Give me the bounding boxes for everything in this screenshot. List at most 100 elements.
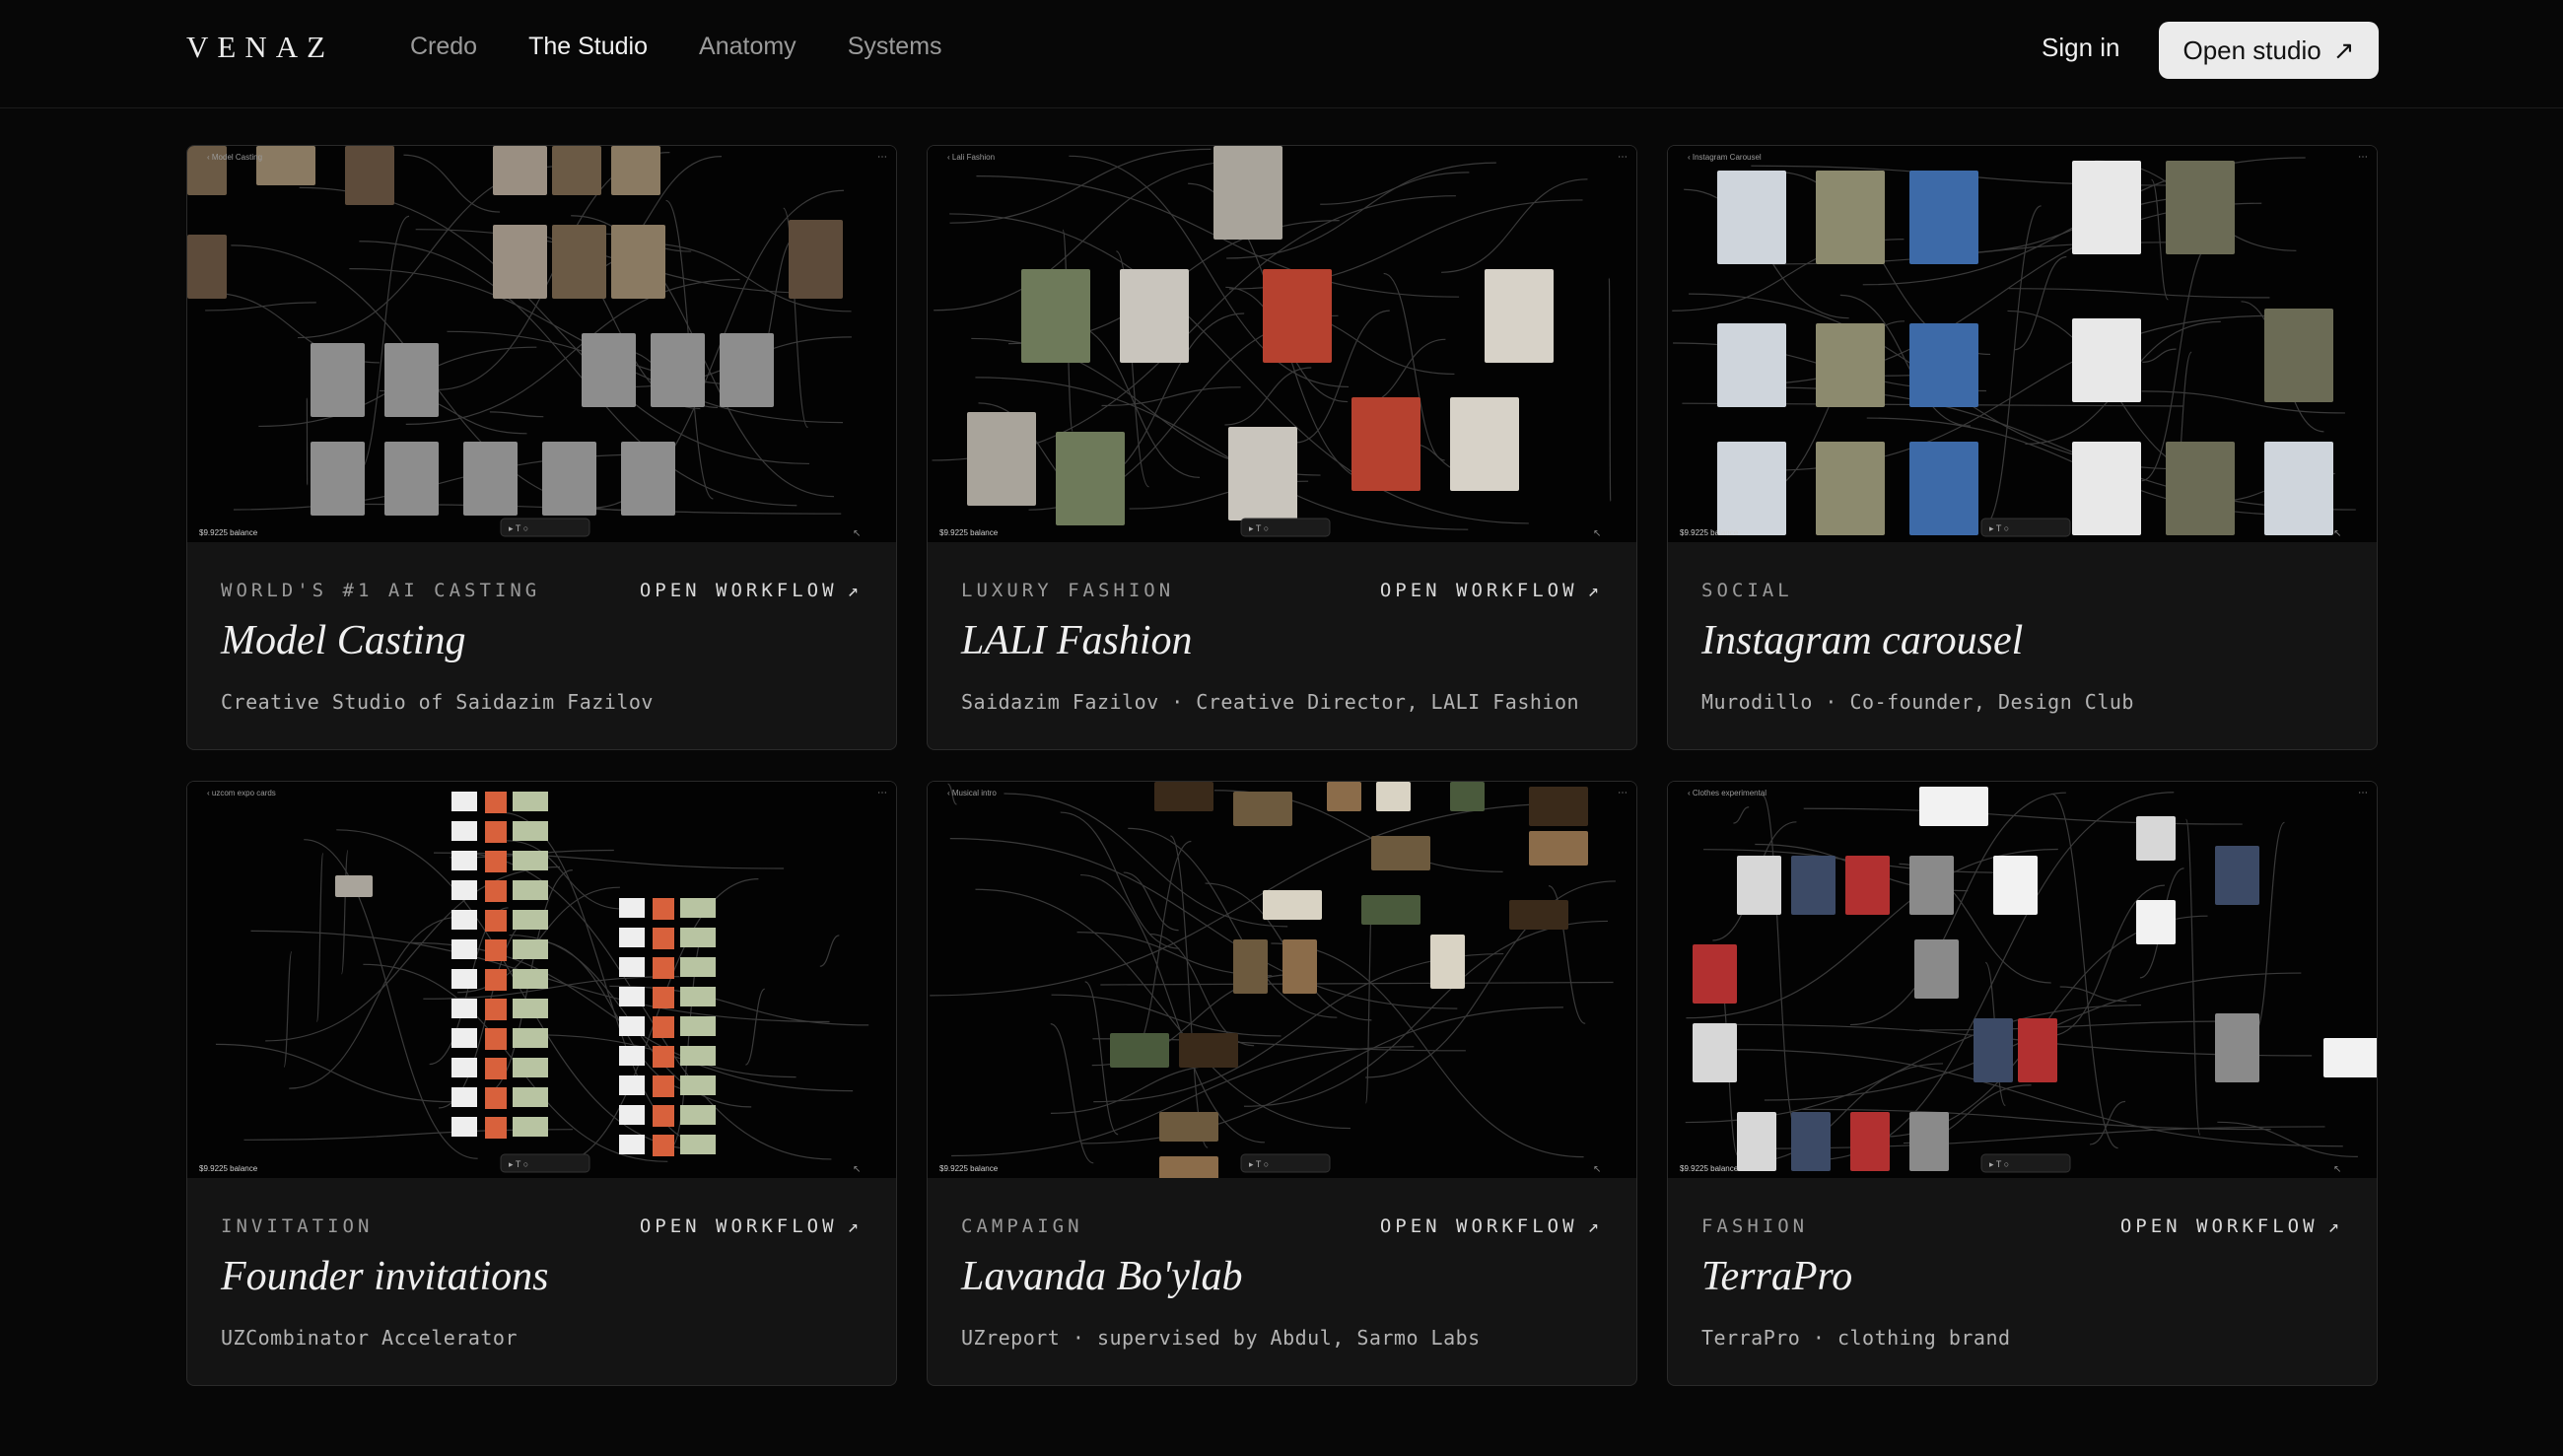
- image-node: [1263, 890, 1322, 920]
- nav-credo[interactable]: Credo: [410, 33, 477, 61]
- open-studio-button[interactable]: Open studio ↗: [2159, 22, 2379, 79]
- image-node: [611, 146, 660, 195]
- more-icon: ⋯: [877, 152, 887, 163]
- image-node: [1919, 787, 1988, 826]
- arrow-up-right-icon: ↗: [2327, 1215, 2343, 1237]
- cursor-icon: ↖: [853, 1164, 861, 1175]
- more-icon: ⋯: [2358, 152, 2368, 163]
- image-node: [2166, 442, 2235, 535]
- image-node: [1485, 269, 1554, 363]
- image-node: [1110, 1033, 1169, 1068]
- image-node: [1693, 944, 1737, 1004]
- card-title: Lavanda Bo'ylab: [961, 1254, 1243, 1299]
- image-node: [1361, 895, 1420, 925]
- image-node: [1056, 432, 1125, 525]
- image-node: [967, 412, 1036, 506]
- open-workflow-link[interactable]: OPEN WORKFLOW ↗: [640, 580, 863, 601]
- logo-tile: [451, 969, 477, 989]
- open-workflow-link[interactable]: OPEN WORKFLOW ↗: [1380, 1215, 1603, 1237]
- portrait-tile: [485, 1087, 507, 1109]
- open-workflow-link[interactable]: OPEN WORKFLOW ↗: [2120, 1215, 2343, 1237]
- open-workflow-link[interactable]: OPEN WORKFLOW ↗: [1380, 580, 1603, 601]
- workflow-card-lali-fashion[interactable]: ‹ Lali Fashion ⋯ $9.9225 balance ▸ T ○ ↖ LUX…: [927, 145, 1637, 750]
- logo-tile: [451, 1117, 477, 1137]
- image-node: [1717, 442, 1786, 535]
- canvas-preview-svg: ‹ Musical intro ⋯ $9.9225 balance ▸ T ○ ↖: [928, 782, 1636, 1178]
- image-node: [1909, 856, 1954, 915]
- arrow-up-right-icon: ↗: [847, 1215, 863, 1237]
- image-node: [384, 442, 439, 516]
- image-node: [2215, 1013, 2259, 1082]
- portrait-tile: [485, 1058, 507, 1079]
- image-node: [1909, 323, 1978, 407]
- balance-readout: $9.9225 balance: [1680, 1164, 1739, 1173]
- more-icon: ⋯: [2358, 788, 2368, 798]
- balance-readout: $9.9225 balance: [1680, 528, 1739, 537]
- canvas-preview-svg: ‹ uzcom expo cards ⋯ $9.9225 balance ▸ T ○ ↖: [187, 782, 896, 1178]
- workflow-preview[interactable]: ‹ uzcom expo cards ⋯ $9.9225 balance ▸ T ○ ↖: [187, 782, 896, 1178]
- sign-in-link[interactable]: Sign in: [2042, 33, 2120, 63]
- image-node: [1791, 1112, 1831, 1171]
- logo-tile: [619, 1105, 645, 1125]
- card-subtitle: Saidazim Fazilov · Creative Director, LA…: [961, 690, 1580, 714]
- portrait-tile: [485, 880, 507, 902]
- image-node: [1351, 397, 1420, 491]
- logo-tile: [451, 851, 477, 870]
- image-node: [1509, 900, 1568, 930]
- workflow-card-model-casting[interactable]: ‹ Model Casting ⋯ $9.9225 balance ▸ T ○ ↖ WO…: [186, 145, 897, 750]
- card-tile: [680, 1016, 716, 1036]
- card-tile: [513, 792, 548, 811]
- workflow-preview[interactable]: ‹ Musical intro ⋯ $9.9225 balance ▸ T ○ ↖: [928, 782, 1636, 1178]
- workflow-preview[interactable]: ‹ Clothes experimental ⋯ $9.9225 balance ▸ …: [1668, 782, 2377, 1178]
- image-node: [1159, 1156, 1218, 1178]
- workflow-preview[interactable]: ‹ Model Casting ⋯ $9.9225 balance ▸ T ○ ↖: [187, 146, 896, 542]
- nav-anatomy[interactable]: Anatomy: [699, 33, 797, 61]
- image-node: [1737, 856, 1781, 915]
- canvas-title: ‹ uzcom expo cards: [207, 789, 276, 797]
- workflow-preview[interactable]: ‹ Instagram Carousel ⋯ $9.9225 balance ▸ T …: [1668, 146, 2377, 542]
- open-workflow-link[interactable]: OPEN WORKFLOW ↗: [640, 1215, 863, 1237]
- workflow-preview[interactable]: ‹ Lali Fashion ⋯ $9.9225 balance ▸ T ○ ↖: [928, 146, 1636, 542]
- image-node: [1263, 269, 1332, 363]
- image-node: [1021, 269, 1090, 363]
- toolbar-icons: ▸ T ○: [1249, 1159, 1269, 1169]
- portrait-tile: [485, 851, 507, 872]
- image-node: [1529, 831, 1588, 866]
- canvas-title: ‹ Musical intro: [947, 789, 997, 797]
- workflow-card-founder-invitations[interactable]: ‹ uzcom expo cards ⋯ $9.9225 balance ▸ T ○ ↖…: [186, 781, 897, 1386]
- card-subtitle: UZCombinator Accelerator: [221, 1326, 518, 1350]
- portrait-tile: [653, 1046, 674, 1068]
- card-tile: [513, 1028, 548, 1048]
- canvas-preview-svg: ‹ Instagram Carousel ⋯ $9.9225 balance ▸ T …: [1668, 146, 2377, 542]
- nav-the-studio[interactable]: The Studio: [528, 33, 648, 61]
- balance-readout: $9.9225 balance: [939, 1164, 999, 1173]
- image-node: [1909, 171, 1978, 264]
- nav-systems[interactable]: Systems: [848, 33, 942, 61]
- workflow-card-instagram-carousel[interactable]: ‹ Instagram Carousel ⋯ $9.9225 balance ▸ T …: [1667, 145, 2378, 750]
- image-node: [552, 225, 606, 299]
- venaz-logo[interactable]: VENAZ: [186, 30, 334, 65]
- image-node: [542, 442, 596, 516]
- portrait-tile: [485, 1117, 507, 1139]
- logo-tile: [619, 928, 645, 947]
- toolbar-icons: ▸ T ○: [509, 523, 528, 533]
- card-category: WORLD'S #1 AI CASTING: [221, 580, 541, 601]
- image-node: [493, 225, 547, 299]
- workflow-card-terrapro[interactable]: ‹ Clothes experimental ⋯ $9.9225 balance ▸ …: [1667, 781, 2378, 1386]
- cursor-icon: ↖: [1593, 1164, 1601, 1175]
- image-node: [1693, 1023, 1737, 1082]
- card-category: LUXURY FASHION: [961, 580, 1175, 601]
- workflow-card-lavanda-boylab[interactable]: ‹ Musical intro ⋯ $9.9225 balance ▸ T ○ ↖ CA…: [927, 781, 1637, 1386]
- image-node: [1450, 782, 1485, 811]
- image-node: [1909, 442, 1978, 535]
- open-workflow-label: OPEN WORKFLOW: [639, 580, 838, 601]
- image-node: [621, 442, 675, 516]
- open-workflow-label: OPEN WORKFLOW: [1379, 580, 1578, 601]
- image-node: [1845, 856, 1890, 915]
- card-category: SOCIAL: [1701, 580, 1793, 601]
- card-tile: [513, 910, 548, 930]
- card-category: CAMPAIGN: [961, 1215, 1083, 1237]
- card-tile: [513, 939, 548, 959]
- portrait-tile: [485, 939, 507, 961]
- canvas-title: ‹ Model Casting: [207, 153, 262, 162]
